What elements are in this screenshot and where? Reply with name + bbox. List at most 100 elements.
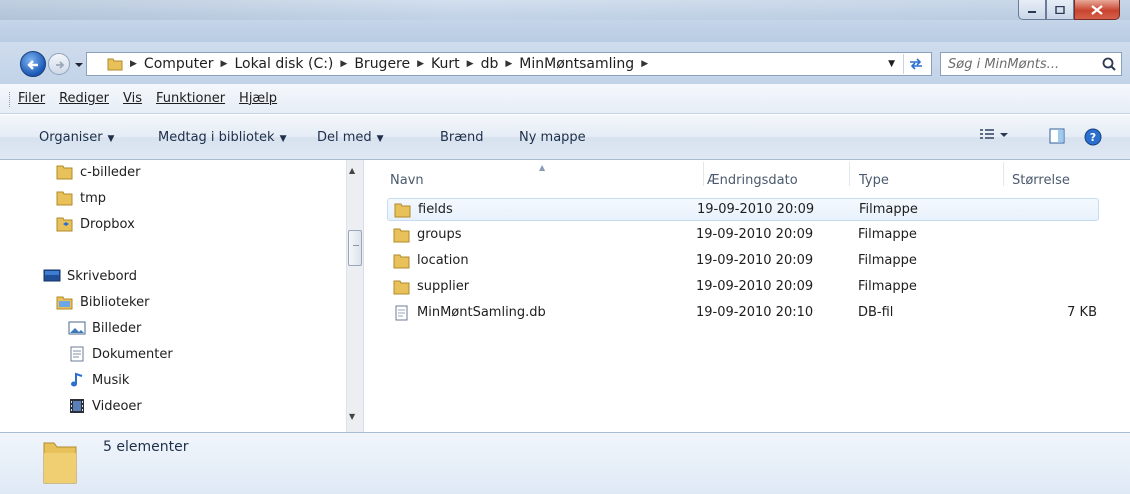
nav-item-label: Dokumenter (92, 346, 173, 362)
folder-icon (56, 191, 73, 206)
search-input[interactable]: Søg i MinMønts... (948, 57, 1102, 72)
details-pane: 5 elementer (0, 432, 1130, 494)
file-name: fields (418, 202, 453, 217)
file-row[interactable]: supplier 19-09-2010 20:09 Filmappe (387, 276, 1099, 299)
column-header-name[interactable]: Navn (390, 166, 424, 194)
nav-item-skrivebord[interactable]: Skrivebord (43, 268, 137, 284)
file-date: 19-09-2010 20:09 (697, 202, 815, 217)
column-header-type[interactable]: Type (859, 166, 889, 194)
preview-pane-button[interactable] (1049, 128, 1065, 148)
nav-item-musik[interactable]: Musik (68, 372, 129, 388)
file-name: location (417, 253, 469, 268)
forward-arrow-icon (56, 61, 65, 69)
pictures-icon (68, 321, 86, 335)
chevron-right-icon: ▶ (340, 59, 348, 69)
refresh-icon (909, 58, 922, 70)
file-name: MinMøntSamling.db (417, 305, 546, 320)
new-folder-label: Ny mappe (519, 130, 586, 145)
burn-button[interactable]: Brænd (440, 130, 484, 145)
folder-icon (43, 442, 77, 484)
folder-icon (107, 58, 123, 71)
breadcrumb-label: Kurt (431, 56, 460, 72)
column-header-date[interactable]: Ændringsdato (707, 166, 798, 194)
minimize-button[interactable] (1018, 0, 1046, 20)
folder-icon (394, 203, 411, 218)
breadcrumb-local-disk[interactable]: ▶ Lokal disk (C:) (214, 56, 334, 72)
nav-item-tmp[interactable]: tmp (56, 190, 106, 206)
chevron-right-icon[interactable]: ▶ (641, 59, 648, 69)
nav-item-billeder[interactable]: Billeder (68, 320, 141, 336)
close-icon (1091, 4, 1103, 15)
back-button[interactable] (20, 51, 46, 77)
file-row[interactable]: location 19-09-2010 20:09 Filmappe (387, 250, 1099, 273)
file-type: Filmappe (858, 253, 917, 268)
column-header-label: Type (859, 172, 889, 188)
folder-icon (393, 254, 410, 269)
column-divider[interactable] (703, 162, 704, 186)
maximize-button[interactable] (1046, 0, 1074, 20)
forward-button[interactable] (48, 53, 70, 75)
search-icon[interactable] (1102, 57, 1116, 71)
file-type: Filmappe (858, 227, 917, 242)
title-bar[interactable] (0, 0, 1130, 42)
menu-funktioner[interactable]: Funktioner (156, 91, 225, 106)
refresh-button[interactable] (903, 54, 927, 74)
organise-button[interactable]: Organiser ▼ (39, 130, 114, 145)
nav-item-dropbox[interactable]: Dropbox (56, 216, 135, 232)
nav-item-biblioteker[interactable]: Biblioteker (56, 294, 149, 310)
scroll-down-arrow-icon[interactable]: ▼ (349, 412, 355, 421)
file-date: 19-09-2010 20:09 (696, 279, 814, 294)
breadcrumb-label: db (480, 56, 499, 72)
navigation-pane[interactable]: c-billeder tmp Dropbox Skrivebord Biblio… (0, 160, 364, 432)
preview-pane-icon (1049, 128, 1065, 144)
documents-icon (70, 346, 84, 362)
menu-bar: Filer Rediger Vis Funktioner Hjælp (0, 84, 1130, 114)
file-list-pane[interactable]: ▲ Navn Ændringsdato Type Størrelse field… (365, 160, 1130, 432)
close-button[interactable] (1074, 0, 1120, 20)
include-library-button[interactable]: Medtag i bibliotek ▼ (158, 130, 287, 145)
chevron-right-icon: ▶ (417, 59, 425, 69)
file-row[interactable]: fields 19-09-2010 20:09 Filmappe (387, 198, 1099, 221)
column-header-size[interactable]: Størrelse (1012, 166, 1070, 194)
scroll-thumb[interactable] (348, 230, 362, 266)
nav-scrollbar[interactable]: ▲ ▼ (346, 160, 363, 432)
menu-hjaelp[interactable]: Hjælp (239, 91, 277, 106)
sort-ascending-icon: ▲ (539, 163, 546, 172)
column-divider[interactable] (1003, 162, 1004, 186)
nav-item-label: tmp (80, 190, 107, 206)
menu-rediger[interactable]: Rediger (59, 91, 109, 106)
breadcrumb-db[interactable]: ▶ db (460, 56, 499, 72)
nav-item-dokumenter[interactable]: Dokumenter (68, 346, 173, 362)
history-dropdown-icon[interactable] (74, 60, 84, 70)
libraries-icon (56, 296, 73, 310)
details-view-icon (980, 129, 1008, 139)
scroll-up-arrow-icon[interactable]: ▲ (349, 166, 355, 175)
file-row[interactable]: MinMøntSamling.db 19-09-2010 20:10 DB-fi… (387, 302, 1099, 325)
file-type: Filmappe (859, 202, 918, 217)
file-name: supplier (417, 279, 470, 294)
address-bar[interactable]: ▶ Computer ▶ Lokal disk (C:) ▶ Brugere ▶ Kur… (86, 52, 932, 76)
breadcrumb-users[interactable]: ▶ Brugere (333, 56, 410, 72)
nav-item-c-billeder[interactable]: c-billeder (56, 164, 141, 180)
burn-label: Brænd (440, 130, 484, 145)
chevron-down-icon: ▼ (279, 134, 287, 144)
address-dropdown-icon[interactable]: ▼ (888, 59, 895, 69)
file-size: 7 KB (1067, 305, 1097, 320)
column-header-label: Størrelse (1012, 172, 1070, 188)
view-options-button[interactable] (980, 128, 1010, 146)
menu-filer[interactable]: Filer (18, 91, 45, 106)
breadcrumb-minmontsamling[interactable]: ▶ MinMøntsamling ▶ (498, 56, 655, 72)
menu-vis[interactable]: Vis (123, 91, 142, 106)
breadcrumb-computer[interactable]: ▶ Computer (123, 56, 214, 72)
share-with-button[interactable]: Del med ▼ (317, 130, 384, 145)
column-divider[interactable] (849, 162, 850, 186)
breadcrumb-kurt[interactable]: ▶ Kurt (410, 56, 460, 72)
back-arrow-icon (27, 60, 38, 70)
help-button[interactable]: ? (1084, 128, 1102, 150)
file-row[interactable]: groups 19-09-2010 20:09 Filmappe (387, 224, 1099, 247)
new-folder-button[interactable]: Ny mappe (519, 130, 586, 145)
search-box[interactable]: Søg i MinMønts... (940, 52, 1122, 76)
nav-item-videoer[interactable]: Videoer (68, 398, 142, 414)
music-icon (71, 372, 83, 387)
nav-item-label: Videoer (92, 398, 142, 414)
